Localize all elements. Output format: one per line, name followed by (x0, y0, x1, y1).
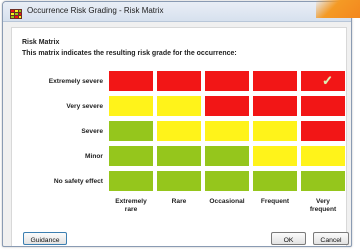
risk-cell[interactable] (204, 120, 250, 142)
column-label-frequent: Frequent (260, 198, 290, 205)
background-accent (316, 0, 360, 18)
row-label-severe: Severe (81, 128, 103, 135)
risk-cell[interactable] (108, 145, 154, 167)
risk-cell[interactable]: ✓ (300, 70, 346, 92)
risk-cell[interactable] (252, 145, 298, 167)
guidance-button[interactable]: Guidance (23, 232, 67, 245)
window-title: Occurrence Risk Grading - Risk Matrix (27, 6, 164, 15)
risk-cell[interactable] (252, 120, 298, 142)
risk-cell[interactable] (108, 95, 154, 117)
risk-cell[interactable] (204, 145, 250, 167)
risk-matrix-dialog: Occurrence Risk Grading - Risk Matrix Ri… (2, 1, 352, 247)
matrix-heading: Risk Matrix (22, 39, 60, 46)
risk-cell[interactable] (252, 70, 298, 92)
risk-cell[interactable] (300, 95, 346, 117)
checkmark-icon: ✓ (322, 73, 333, 88)
risk-cell[interactable] (252, 95, 298, 117)
risk-cell[interactable] (204, 170, 250, 192)
column-label-rare: Rare (171, 198, 187, 205)
risk-cell[interactable] (300, 170, 346, 192)
screenshot-canvas: Occurrence Risk Grading - Risk Matrix Ri… (0, 0, 360, 250)
risk-cell[interactable] (204, 70, 250, 92)
row-label-minor: Minor (85, 153, 103, 160)
row-label-very-severe: Very severe (66, 103, 103, 110)
row-label-extremely-severe: Extremely severe (48, 78, 103, 85)
risk-cell[interactable] (300, 120, 346, 142)
column-label-very-frequent: Very frequent (309, 198, 337, 213)
cancel-button[interactable]: Cancel (313, 232, 349, 245)
risk-matrix-grid: ✓ (108, 70, 348, 196)
risk-cell[interactable] (108, 170, 154, 192)
risk-cell[interactable] (252, 170, 298, 192)
risk-cell[interactable] (108, 120, 154, 142)
column-label-extremely-rare: Extremely rare (115, 198, 147, 213)
risk-cell[interactable] (108, 70, 154, 92)
ok-button[interactable]: OK (271, 232, 306, 245)
risk-cell[interactable] (204, 95, 250, 117)
risk-cell[interactable] (156, 70, 202, 92)
risk-cell[interactable] (156, 95, 202, 117)
matrix-description: This matrix indicates the resulting risk… (22, 50, 237, 57)
dialog-content: Risk Matrix This matrix indicates the re… (11, 27, 348, 246)
column-label-occasional: Occasional (209, 198, 245, 205)
window-titlebar[interactable]: Occurrence Risk Grading - Risk Matrix (3, 2, 351, 22)
row-label-no-safety-effect: No safety effect (53, 178, 103, 185)
risk-cell[interactable] (156, 145, 202, 167)
grid-window-icon (10, 6, 22, 19)
risk-cell[interactable] (156, 120, 202, 142)
risk-cell[interactable] (156, 170, 202, 192)
risk-cell[interactable] (300, 145, 346, 167)
